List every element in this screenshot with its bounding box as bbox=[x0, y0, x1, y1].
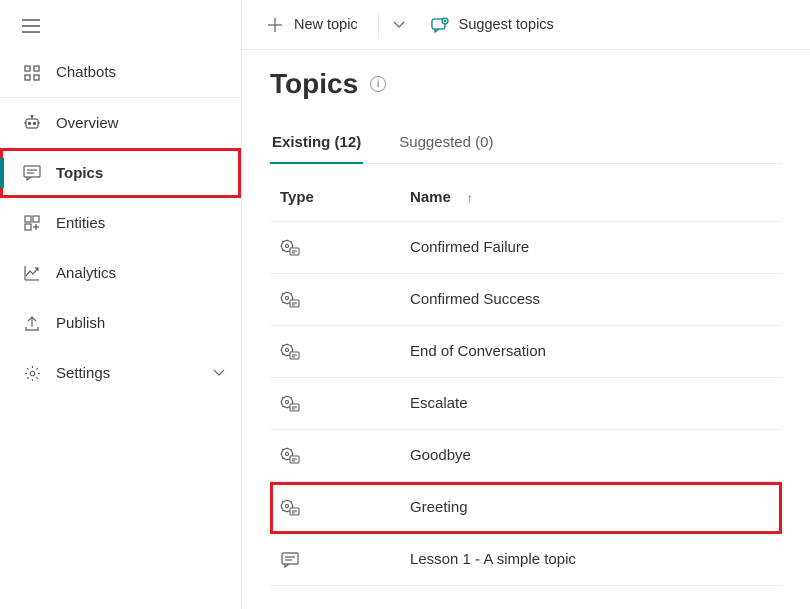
bot-icon bbox=[22, 113, 42, 133]
tab-label: Suggested (0) bbox=[399, 134, 493, 151]
cell-type bbox=[270, 394, 410, 414]
cell-type bbox=[270, 238, 410, 258]
info-icon[interactable]: i bbox=[370, 76, 386, 92]
table-row[interactable]: Goodbye bbox=[270, 430, 782, 482]
system-topic-icon bbox=[280, 394, 300, 414]
tab-existing[interactable]: Existing (12) bbox=[270, 130, 363, 163]
new-topic-button[interactable]: New topic bbox=[262, 0, 372, 49]
cell-name: Greeting bbox=[410, 499, 782, 516]
tab-label: Existing (12) bbox=[272, 134, 361, 151]
system-topic-icon bbox=[280, 290, 300, 310]
table-row[interactable]: End of Conversation bbox=[270, 326, 782, 378]
main: New topic Suggest topics Topics i bbox=[242, 0, 810, 609]
new-topic-dropdown[interactable] bbox=[385, 0, 413, 49]
sidebar-item-topics[interactable]: Topics bbox=[0, 148, 241, 198]
grid-icon bbox=[22, 63, 42, 83]
tab-suggested[interactable]: Suggested (0) bbox=[397, 130, 495, 163]
topics-list: Type Name ↑ Confirmed Failure Confirmed S… bbox=[270, 174, 782, 586]
table-row[interactable]: Escalate bbox=[270, 378, 782, 430]
page-title-row: Topics i bbox=[270, 68, 782, 100]
content: Topics i Existing (12) Suggested (0) Typ… bbox=[242, 50, 810, 609]
cell-name: Confirmed Failure bbox=[410, 239, 782, 256]
sidebar-item-label: Chatbots bbox=[56, 64, 241, 81]
list-header: Type Name ↑ bbox=[270, 174, 782, 222]
sidebar-item-analytics[interactable]: Analytics bbox=[0, 248, 241, 298]
cell-name: Confirmed Success bbox=[410, 291, 782, 308]
sidebar-item-label: Settings bbox=[56, 365, 213, 382]
system-topic-icon bbox=[280, 342, 300, 362]
cell-type bbox=[270, 498, 410, 518]
gear-icon bbox=[22, 363, 42, 383]
topic-name: Confirmed Failure bbox=[410, 239, 529, 256]
tabs: Existing (12) Suggested (0) bbox=[270, 130, 782, 164]
topic-name: Lesson 1 - A simple topic bbox=[410, 551, 576, 568]
chevron-down-icon bbox=[393, 21, 405, 29]
table-row[interactable]: Confirmed Success bbox=[270, 274, 782, 326]
sidebar-item-label: Topics bbox=[56, 165, 241, 182]
analytics-icon bbox=[22, 263, 42, 283]
cell-type bbox=[270, 446, 410, 466]
sidebar-item-label: Publish bbox=[56, 315, 241, 332]
cell-name: Lesson 1 - A simple topic bbox=[410, 551, 782, 568]
nav-section-main: Overview Topics Entities Analytics bbox=[0, 98, 241, 398]
sidebar-item-entities[interactable]: Entities bbox=[0, 198, 241, 248]
sidebar-item-publish[interactable]: Publish bbox=[0, 298, 241, 348]
publish-icon bbox=[22, 313, 42, 333]
cell-type bbox=[270, 342, 410, 362]
toolbar: New topic Suggest topics bbox=[242, 0, 810, 50]
sort-ascending-icon: ↑ bbox=[467, 191, 473, 205]
column-header-type[interactable]: Type bbox=[270, 189, 410, 206]
suggest-icon bbox=[431, 16, 449, 34]
system-topic-icon bbox=[280, 446, 300, 466]
sidebar-item-overview[interactable]: Overview bbox=[0, 98, 241, 148]
new-topic-label: New topic bbox=[294, 17, 358, 33]
page-title: Topics bbox=[270, 68, 358, 100]
plus-icon bbox=[266, 16, 284, 34]
table-row[interactable]: Lesson 1 - A simple topic bbox=[270, 534, 782, 586]
table-row[interactable]: Greeting bbox=[270, 482, 782, 534]
suggest-topics-label: Suggest topics bbox=[459, 17, 554, 33]
cell-type bbox=[270, 550, 410, 570]
sidebar-item-label: Entities bbox=[56, 215, 241, 232]
hamburger-icon[interactable] bbox=[22, 19, 40, 33]
nav-section-top: Chatbots bbox=[0, 48, 241, 98]
topic-name: Confirmed Success bbox=[410, 291, 540, 308]
chat-icon bbox=[22, 163, 42, 183]
topic-name: End of Conversation bbox=[410, 343, 546, 360]
sidebar-item-label: Overview bbox=[56, 115, 241, 132]
column-header-name[interactable]: Name ↑ bbox=[410, 189, 782, 206]
sidebar-item-label: Analytics bbox=[56, 265, 241, 282]
cell-name: Escalate bbox=[410, 395, 782, 412]
hamburger-row bbox=[0, 4, 241, 48]
app-root: Chatbots Overview Topics Entities bbox=[0, 0, 810, 609]
user-topic-icon bbox=[280, 550, 300, 570]
suggest-topics-button[interactable]: Suggest topics bbox=[427, 0, 568, 49]
sidebar: Chatbots Overview Topics Entities bbox=[0, 0, 242, 609]
cell-name: End of Conversation bbox=[410, 343, 782, 360]
sidebar-item-settings[interactable]: Settings bbox=[0, 348, 241, 398]
topic-name: Greeting bbox=[410, 499, 468, 516]
sidebar-item-chatbots[interactable]: Chatbots bbox=[0, 48, 241, 98]
system-topic-icon bbox=[280, 498, 300, 518]
topic-name: Escalate bbox=[410, 395, 468, 412]
cell-type bbox=[270, 290, 410, 310]
chevron-down-icon bbox=[213, 369, 225, 377]
toolbar-separator bbox=[378, 11, 379, 39]
cell-name: Goodbye bbox=[410, 447, 782, 464]
system-topic-icon bbox=[280, 238, 300, 258]
topic-name: Goodbye bbox=[410, 447, 471, 464]
entities-icon bbox=[22, 213, 42, 233]
table-row[interactable]: Confirmed Failure bbox=[270, 222, 782, 274]
